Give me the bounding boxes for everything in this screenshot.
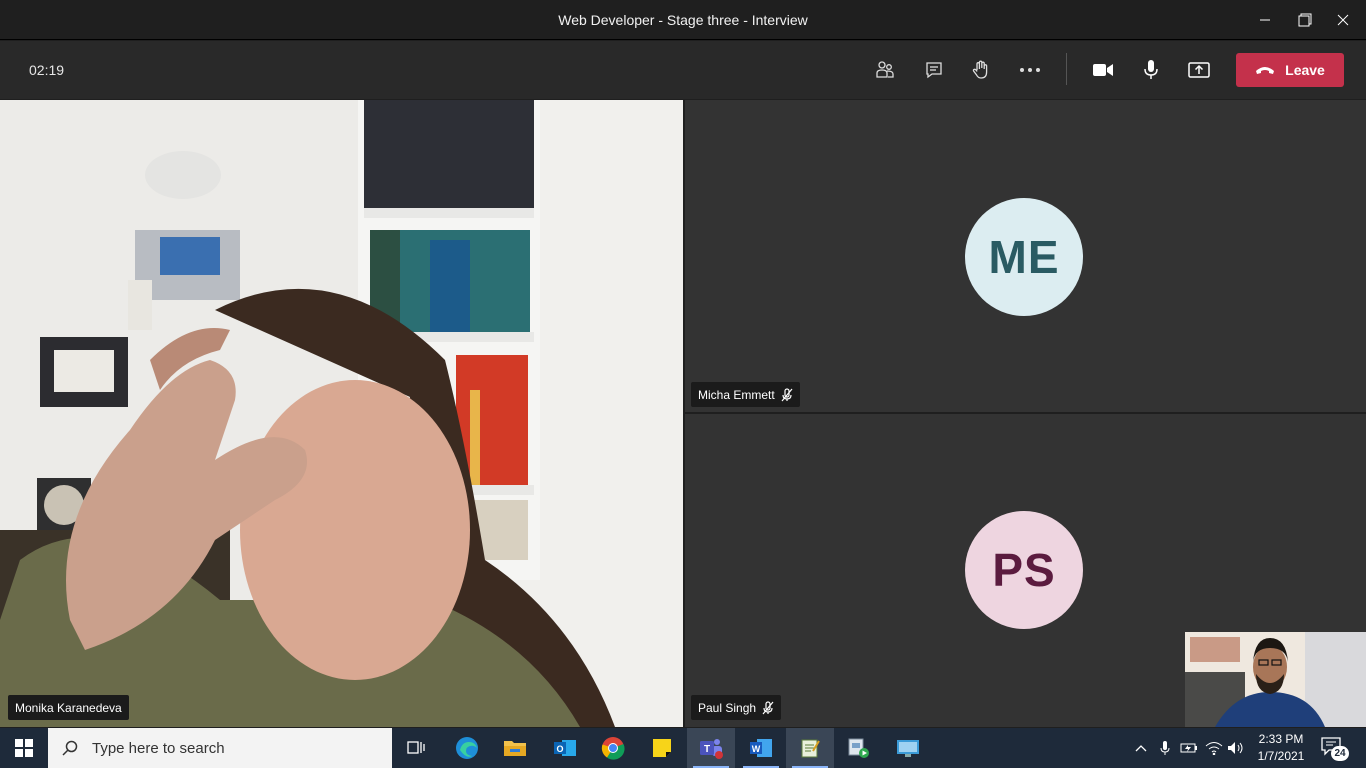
svg-text:W: W bbox=[752, 744, 761, 754]
mic-off-icon bbox=[762, 700, 774, 714]
self-video-feed bbox=[1185, 632, 1366, 727]
volume-icon bbox=[1228, 742, 1243, 754]
restore-icon bbox=[1298, 13, 1312, 27]
word-app[interactable]: W bbox=[737, 728, 785, 768]
more-options-button[interactable] bbox=[1014, 54, 1046, 86]
toolbar-divider bbox=[1066, 53, 1067, 85]
wifi-icon bbox=[1205, 742, 1223, 755]
teams-app[interactable]: T bbox=[687, 728, 735, 768]
avatar: PS bbox=[965, 511, 1083, 629]
meeting-stage: Monika Karanedeva ME Micha Emmett PS Pau… bbox=[0, 100, 1366, 727]
leave-button[interactable]: Leave bbox=[1236, 53, 1344, 87]
minimize-icon bbox=[1260, 19, 1270, 21]
teams-icon: T bbox=[700, 739, 723, 759]
hang-up-icon bbox=[1256, 67, 1275, 74]
notepad-app[interactable] bbox=[786, 728, 834, 768]
raise-hand-button[interactable] bbox=[965, 54, 997, 86]
camera-button[interactable] bbox=[1087, 54, 1119, 86]
raise-hand-icon bbox=[972, 60, 988, 79]
task-view-icon bbox=[407, 741, 425, 754]
participant-name: Paul Singh bbox=[698, 700, 757, 715]
participant-name: Micha Emmett bbox=[698, 387, 775, 402]
search-icon bbox=[62, 740, 78, 756]
share-screen-icon bbox=[1188, 62, 1210, 78]
windows-logo-icon bbox=[15, 739, 33, 757]
microphone-button[interactable] bbox=[1135, 54, 1167, 86]
edge-app[interactable] bbox=[443, 728, 491, 768]
chat-button[interactable] bbox=[918, 54, 950, 86]
close-icon bbox=[1337, 14, 1349, 26]
battery-icon bbox=[1180, 743, 1197, 753]
remote-desktop-icon bbox=[897, 740, 919, 757]
taskbar-search[interactable]: Type here to search bbox=[48, 728, 392, 768]
more-icon bbox=[1020, 68, 1040, 72]
share-screen-button[interactable] bbox=[1183, 54, 1215, 86]
chat-icon bbox=[926, 62, 942, 79]
file-explorer-icon bbox=[504, 741, 526, 756]
meeting-timer: 02:19 bbox=[29, 62, 65, 78]
meeting-toolbar: 02:19 Leave bbox=[0, 41, 1366, 99]
clock-date: 1/7/2021 bbox=[1257, 749, 1305, 763]
tray-wifi[interactable] bbox=[1204, 738, 1224, 758]
participant-name-badge: Paul Singh bbox=[691, 695, 782, 720]
chrome-icon bbox=[601, 737, 625, 760]
edge-icon bbox=[456, 737, 478, 759]
avatar: ME bbox=[965, 198, 1083, 316]
participant-name-badge: Micha Emmett bbox=[691, 382, 800, 407]
people-icon bbox=[876, 61, 894, 78]
self-view-video[interactable] bbox=[1185, 632, 1366, 727]
show-hidden-icons-button[interactable] bbox=[1131, 738, 1151, 758]
notification-count: 24 bbox=[1331, 746, 1349, 761]
windows-taskbar: Type here to search O T W 2:33 PM 1/7/20… bbox=[0, 728, 1366, 768]
camera-icon bbox=[1093, 64, 1113, 76]
search-placeholder: Type here to search bbox=[92, 739, 225, 757]
file-explorer-app[interactable] bbox=[491, 728, 539, 768]
start-button[interactable] bbox=[0, 728, 48, 768]
svg-text:O: O bbox=[556, 744, 563, 754]
svg-text:T: T bbox=[704, 744, 710, 755]
sticky-notes-icon bbox=[653, 739, 671, 757]
action-center-button[interactable]: 24 bbox=[1320, 736, 1350, 762]
chevron-up-icon bbox=[1135, 745, 1147, 752]
participants-button[interactable] bbox=[869, 54, 901, 86]
mic-off-icon bbox=[781, 387, 793, 401]
taskbar-clock[interactable]: 2:33 PM 1/7/2021 bbox=[1253, 731, 1309, 765]
chrome-app[interactable] bbox=[589, 728, 637, 768]
media-app[interactable] bbox=[835, 728, 883, 768]
participant-video-main[interactable]: Monika Karanedeva bbox=[0, 100, 683, 727]
video-feed bbox=[0, 100, 683, 727]
outlook-icon: O bbox=[554, 740, 576, 756]
title-bar: Web Developer - Stage three - Interview bbox=[0, 0, 1366, 40]
participant-name: Monika Karanedeva bbox=[15, 700, 122, 715]
remote-desktop-app[interactable] bbox=[884, 728, 932, 768]
close-button[interactable] bbox=[1320, 0, 1366, 40]
microphone-icon bbox=[1144, 60, 1158, 79]
clock-time: 2:33 PM bbox=[1258, 732, 1304, 746]
outlook-app[interactable]: O bbox=[541, 728, 589, 768]
media-app-icon bbox=[848, 738, 869, 758]
task-view-button[interactable] bbox=[392, 728, 440, 768]
participant-tile[interactable]: ME Micha Emmett bbox=[685, 100, 1366, 412]
word-icon: W bbox=[750, 739, 772, 757]
tray-microphone[interactable] bbox=[1155, 738, 1175, 758]
tray-battery[interactable] bbox=[1179, 738, 1199, 758]
notepad-icon bbox=[801, 739, 820, 758]
leave-label: Leave bbox=[1285, 62, 1325, 78]
sticky-notes-app[interactable] bbox=[638, 728, 686, 768]
microphone-icon bbox=[1160, 741, 1170, 755]
tray-volume[interactable] bbox=[1226, 738, 1246, 758]
window-title: Web Developer - Stage three - Interview bbox=[558, 12, 808, 28]
participant-name-badge: Monika Karanedeva bbox=[8, 695, 129, 720]
